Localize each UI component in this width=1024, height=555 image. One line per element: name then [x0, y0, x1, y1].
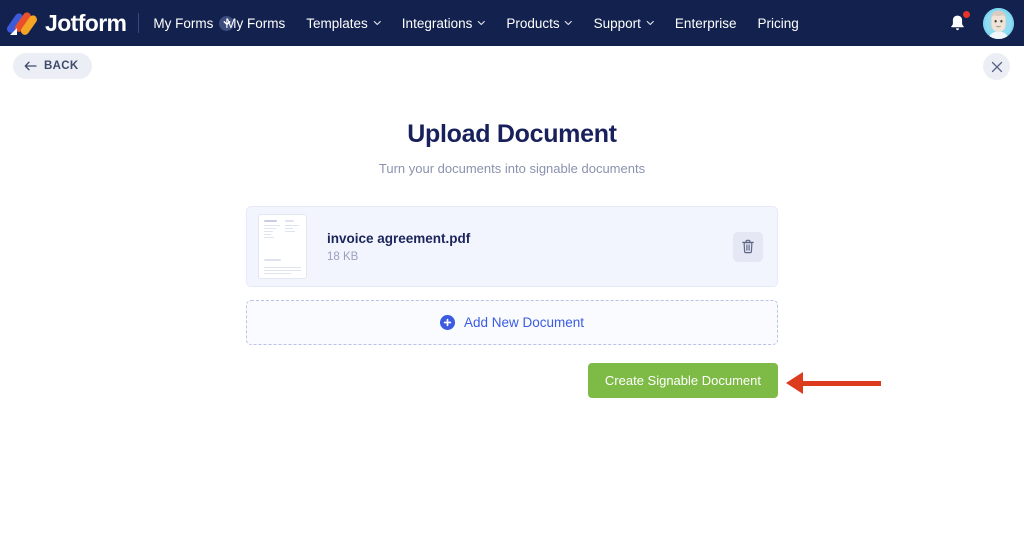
top-navigation-bar: Jotform My Forms My Forms Templates Inte…	[0, 0, 1024, 46]
close-button[interactable]	[983, 53, 1010, 80]
delete-file-button[interactable]	[733, 232, 763, 262]
jotform-logo-icon	[9, 10, 35, 36]
cta-row: Create Signable Document	[246, 363, 778, 398]
nav-label: Products	[506, 16, 559, 31]
chevron-down-icon	[565, 20, 573, 26]
nav-right-group	[944, 8, 1014, 39]
close-icon	[991, 61, 1003, 73]
brand-divider	[138, 13, 139, 33]
nav-item-integrations[interactable]: Integrations	[402, 16, 486, 31]
add-new-document-button[interactable]: Add New Document	[246, 300, 778, 345]
upload-panel: invoice agreement.pdf 18 KB Add New Docu…	[246, 206, 778, 398]
annotation-arrow-icon	[786, 372, 881, 394]
sub-header: BACK	[0, 46, 1024, 98]
back-button-label: BACK	[44, 60, 78, 72]
nav-label: Support	[594, 16, 641, 31]
brand-group[interactable]: Jotform	[9, 10, 126, 37]
main-content: Upload Document Turn your documents into…	[0, 98, 1024, 398]
nav-label: My Forms	[225, 16, 285, 31]
nav-item-templates[interactable]: Templates	[306, 16, 381, 31]
plus-circle-icon	[440, 315, 455, 330]
document-thumbnail	[258, 214, 307, 279]
notification-bell-icon[interactable]	[944, 10, 970, 36]
nav-label: Templates	[306, 16, 368, 31]
nav-item-my-forms[interactable]: My Forms	[225, 16, 285, 31]
file-name: invoice agreement.pdf	[327, 231, 470, 246]
notification-badge-dot	[961, 9, 972, 20]
page-subtitle: Turn your documents into signable docume…	[0, 161, 1024, 176]
nav-label: Integrations	[402, 16, 473, 31]
nav-item-products[interactable]: Products	[506, 16, 572, 31]
nav-label: Enterprise	[675, 16, 737, 31]
trash-icon	[741, 239, 755, 254]
page-title: Upload Document	[0, 120, 1024, 149]
arrow-left-icon	[24, 61, 37, 71]
brand-name: Jotform	[45, 10, 126, 37]
nav-item-enterprise[interactable]: Enterprise	[675, 16, 737, 31]
nav-item-pricing[interactable]: Pricing	[757, 16, 798, 31]
main-nav-menu: My Forms Templates Integrations Products…	[225, 16, 798, 31]
user-avatar[interactable]	[983, 8, 1014, 39]
chevron-down-icon	[477, 20, 485, 26]
file-meta: invoice agreement.pdf 18 KB	[327, 231, 470, 263]
my-forms-label: My Forms	[153, 16, 213, 31]
nav-label: Pricing	[757, 16, 798, 31]
back-button[interactable]: BACK	[13, 53, 92, 79]
chevron-down-icon	[373, 20, 381, 26]
my-forms-dropdown[interactable]: My Forms	[153, 16, 234, 31]
add-new-document-label: Add New Document	[464, 315, 584, 330]
nav-item-support[interactable]: Support	[594, 16, 654, 31]
chevron-down-icon	[646, 20, 654, 26]
create-signable-document-button[interactable]: Create Signable Document	[588, 363, 778, 398]
uploaded-file-card[interactable]: invoice agreement.pdf 18 KB	[246, 206, 778, 287]
file-size: 18 KB	[327, 251, 470, 263]
